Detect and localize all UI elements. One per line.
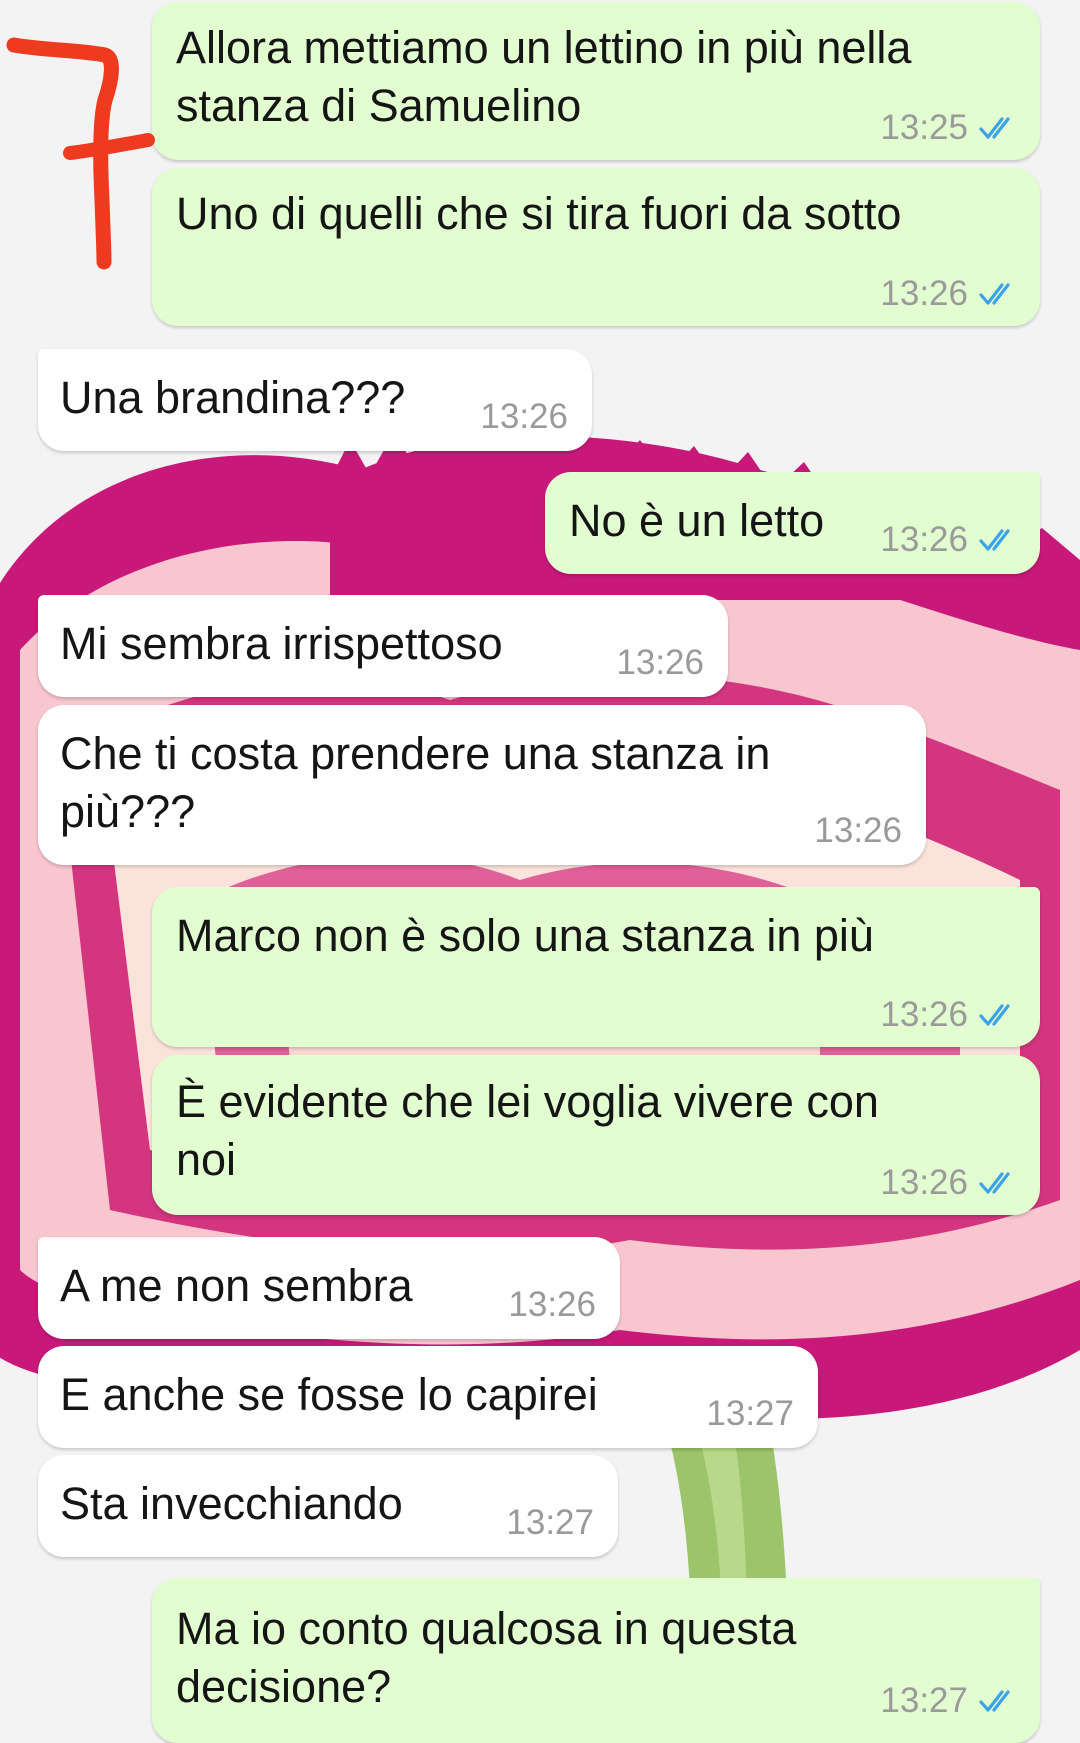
message-time: 13:27 [880,1681,968,1720]
message-bubble-incoming[interactable]: Una brandina??? 13:26 [38,349,592,451]
message-text: È evidente che lei voglia vivere con noi [176,1076,879,1185]
double-check-read-icon [979,1004,1010,1026]
message-text: Mi sembra irrispettoso [60,618,503,669]
message-meta: 13:26 [880,995,1018,1035]
double-check-read-icon [979,117,1010,139]
message-text: E anche se fosse lo capirei [60,1369,598,1420]
double-check-read-icon [979,1690,1010,1712]
message-meta: 13:26 [880,520,1018,560]
message-text: No è un letto [569,495,825,546]
message-text: Ma io conto qualcosa in questa decisione… [176,1603,797,1712]
message-time: 13:26 [480,397,568,436]
message-meta: 13:26 [508,1285,596,1325]
message-time: 13:26 [616,643,704,682]
message-bubble-outgoing[interactable]: No è un letto 13:26 [545,472,1040,574]
double-check-read-icon [979,283,1010,305]
message-bubble-outgoing[interactable]: Ma io conto qualcosa in questa decisione… [152,1578,1040,1743]
red-seven-annotation-icon [6,37,155,270]
message-text: Che ti costa prendere una stanza in più?… [60,728,771,837]
message-time: 13:25 [880,108,968,147]
message-bubble-outgoing[interactable]: Allora mettiamo un lettino in più nella … [152,2,1040,160]
double-check-read-icon [979,1172,1010,1194]
message-text: Una brandina??? [60,372,406,423]
message-meta: 13:26 [480,397,568,437]
double-check-read-icon [979,529,1010,551]
message-meta: 13:27 [506,1503,594,1543]
message-bubble-incoming[interactable]: Mi sembra irrispettoso 13:26 [38,595,728,697]
message-time: 13:26 [880,995,968,1034]
message-time: 13:27 [706,1394,794,1433]
message-meta: 13:26 [814,811,902,851]
message-meta: 13:25 [880,108,1018,148]
message-time: 13:26 [508,1285,596,1324]
message-bubble-incoming[interactable]: Sta invecchiando 13:27 [38,1455,618,1557]
message-time: 13:26 [880,1163,968,1202]
message-time: 13:27 [506,1503,594,1542]
message-bubble-incoming[interactable]: E anche se fosse lo capirei 13:27 [38,1346,818,1448]
message-text: Allora mettiamo un lettino in più nella … [176,22,912,131]
message-time: 13:26 [814,811,902,850]
message-bubble-incoming[interactable]: Che ti costa prendere una stanza in più?… [38,705,926,865]
message-time: 13:26 [880,520,968,559]
message-bubble-outgoing[interactable]: È evidente che lei voglia vivere con noi… [152,1055,1040,1215]
message-bubble-outgoing[interactable]: Marco non è solo una stanza in più 13:26 [152,887,1040,1047]
message-meta: 13:26 [880,274,1018,314]
message-text: A me non sembra [60,1260,413,1311]
message-bubble-outgoing[interactable]: Uno di quelli che si tira fuori da sotto… [152,168,1040,326]
message-time: 13:26 [880,274,968,313]
message-text: Sta invecchiando [60,1478,403,1529]
message-meta: 13:26 [616,643,704,683]
message-meta: 13:27 [706,1394,794,1434]
message-meta: 13:27 [880,1681,1018,1721]
message-text: Marco non è solo una stanza in più [176,910,874,961]
message-meta: 13:26 [880,1163,1018,1203]
message-bubble-incoming[interactable]: A me non sembra 13:26 [38,1237,620,1339]
message-text: Uno di quelli che si tira fuori da sotto [176,188,902,239]
